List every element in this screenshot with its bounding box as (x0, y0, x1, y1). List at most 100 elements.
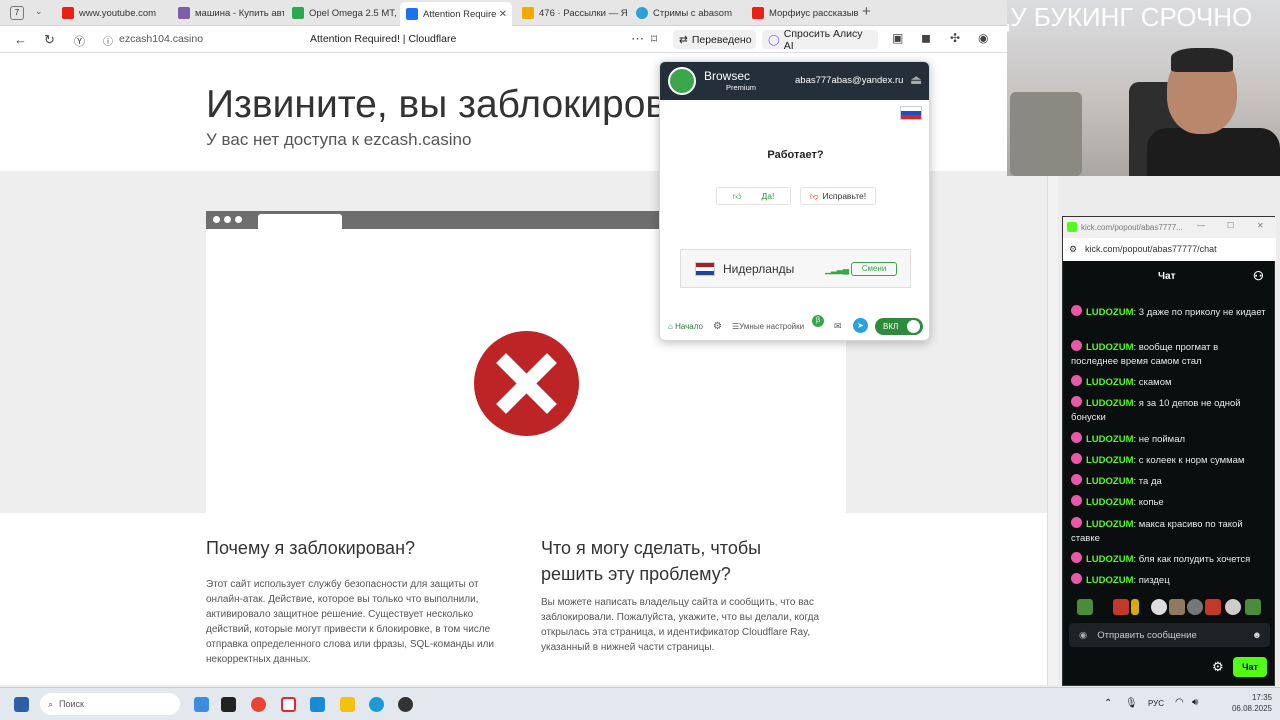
close-icon[interactable]: ✕ (499, 9, 507, 20)
tab-label: Attention Require (423, 8, 497, 20)
emoji-icon[interactable]: ☻ (1252, 630, 1262, 641)
emote-icon[interactable] (1225, 599, 1241, 615)
translate-button[interactable]: ⇄ Переведено (673, 30, 756, 49)
sub-badge-icon (1071, 517, 1082, 528)
volume-icon[interactable]: 🔊︎ (1192, 697, 1198, 708)
wifi-icon[interactable]: ◠ (1175, 697, 1184, 708)
settings-icon[interactable]: ⚙ (713, 321, 722, 332)
users-icon[interactable]: ⚇ (1253, 269, 1264, 283)
chat-username[interactable]: LUDOZUM (1086, 497, 1134, 508)
yes-button[interactable]: 👍︎ Да! (716, 187, 791, 205)
edge-icon[interactable] (369, 697, 384, 712)
thumbs-down-icon: 👎︎ (809, 190, 819, 201)
chat-input[interactable]: ◉ Отправить сообщение ☻ (1069, 623, 1270, 647)
tab-label: Opel Omega 2.5 MT, (309, 7, 396, 19)
taskbar-search[interactable]: ⌕ Поиск (40, 693, 180, 715)
fix-label: Исправьте! (822, 191, 867, 201)
app-icon[interactable] (310, 697, 325, 712)
chat-send-button[interactable]: Чат (1233, 657, 1267, 677)
chat-username[interactable]: LUDOZUM (1086, 398, 1134, 409)
new-tab-icon[interactable]: + (862, 3, 871, 20)
ask-alice-button[interactable]: ◯ Спросить Алису AI (762, 28, 878, 52)
extension-icon[interactable]: ◼ (921, 31, 931, 45)
chat-username[interactable]: LUDOZUM (1086, 434, 1134, 445)
tab-label: Стримы с abasom (653, 7, 732, 19)
chat-username[interactable]: LUDOZUM (1086, 307, 1134, 318)
emote-icon[interactable] (1205, 599, 1221, 615)
close-icon[interactable]: ✕ (1257, 221, 1264, 230)
yandex-browser-icon[interactable] (281, 697, 296, 712)
chat-username[interactable]: LUDOZUM (1086, 575, 1134, 586)
maximize-icon[interactable]: ☐ (1227, 221, 1234, 230)
smart-settings-link[interactable]: ☰Умные настройки (732, 322, 804, 331)
chat-username[interactable]: LUDOZUM (1086, 377, 1134, 388)
drom-icon (292, 7, 304, 19)
chat-username[interactable]: LUDOZUM (1086, 554, 1134, 565)
microphone-icon[interactable]: 🎙︎ (1125, 698, 1138, 709)
mail-icon[interactable]: ✉ (834, 321, 842, 332)
language-indicator[interactable]: РУС (1148, 699, 1164, 708)
tab-6[interactable]: Морфиус рассказыв (746, 3, 858, 23)
more-icon[interactable]: ⋯ (631, 31, 644, 47)
extension-menu-icon[interactable]: ◉ (978, 31, 988, 45)
pepe-emote-icon[interactable] (1245, 599, 1261, 615)
minimize-icon[interactable]: — (1197, 221, 1205, 230)
what-heading: Что я могу сделать, чтобы решить эту про… (541, 538, 762, 584)
kick-chat-window: kick.com/popout/abas7777... — ☐ ✕ ⚙ kick… (1062, 216, 1276, 686)
yandex-icon[interactable]: Ⓨ (74, 33, 85, 49)
back-icon[interactable]: ← (14, 32, 27, 47)
vpn-toggle[interactable]: ВКЛ (875, 318, 923, 335)
flag-russia-icon[interactable] (900, 106, 922, 120)
logout-icon[interactable]: ⏏ (910, 72, 922, 88)
tray-arrow-icon[interactable]: ⌃ (1104, 698, 1112, 709)
youtube-icon (752, 7, 764, 19)
chat-message: LUDOZUM: не поймал (1071, 432, 1267, 447)
tab-0[interactable]: www.youtube.com (56, 3, 170, 23)
browsec-account[interactable]: abas777abas@yandex.ru (795, 75, 903, 86)
home-link[interactable]: ⌂ Начало (668, 322, 703, 331)
tab-4[interactable]: 476 · Рассылки — Янд (516, 3, 628, 23)
url-field[interactable]: ezcash104.casino (119, 33, 203, 45)
tab-1[interactable]: машина - Купить авт (172, 3, 284, 23)
window-dot (235, 216, 242, 223)
tab-5[interactable]: Стримы с abasom (630, 3, 742, 23)
reload-icon[interactable]: ↻ (44, 32, 55, 48)
chat-url[interactable]: kick.com/popout/abas77777/chat (1085, 244, 1217, 254)
browsec-extension-icon[interactable]: ▣ (892, 31, 903, 45)
signal-icon: ▁▂▃▄ (825, 264, 849, 274)
site-info-icon[interactable]: ⓘ (103, 33, 113, 48)
chat-username[interactable]: LUDOZUM (1086, 342, 1134, 353)
tab-2[interactable]: Opel Omega 2.5 MT, (286, 3, 396, 23)
chat-text: : та да (1133, 476, 1162, 487)
chat-username[interactable]: LUDOZUM (1086, 519, 1134, 530)
copilot-icon[interactable] (194, 697, 209, 712)
address-bar-row: ← ↻ Ⓨ ⓘ ezcash104.casino Attention Requi… (0, 26, 1007, 53)
chat-settings-icon[interactable]: ⚙ (1212, 659, 1224, 675)
bookmark-icon[interactable]: ⌑ (651, 32, 657, 46)
file-explorer-icon[interactable] (340, 697, 355, 712)
widgets-icon[interactable] (14, 697, 29, 712)
chat-username[interactable]: LUDOZUM (1086, 455, 1134, 466)
change-location-button[interactable]: Смени (851, 262, 897, 276)
clock[interactable]: 17:35 06.08.2025 (1232, 692, 1272, 714)
illustration-tab (258, 214, 342, 229)
tab-3-active[interactable]: Attention Require ✕ (400, 2, 512, 26)
clock-date: 06.08.2025 (1231, 704, 1272, 713)
chevron-down-icon[interactable]: ⌄ (35, 6, 43, 17)
emote-icon[interactable] (1169, 599, 1185, 615)
pepe-emote-icon[interactable] (1077, 599, 1093, 615)
emote-icon[interactable] (1151, 599, 1167, 615)
emote-icon[interactable] (1131, 599, 1139, 615)
home-label: Начало (675, 322, 703, 331)
fix-button[interactable]: 👎︎ Исправьте! (800, 187, 876, 205)
telegram-icon[interactable]: ➤ (853, 318, 868, 333)
obs-icon[interactable] (398, 697, 413, 712)
emote-icon[interactable] (1113, 599, 1129, 615)
tab-count-badge[interactable]: 7 (10, 6, 24, 20)
task-view-icon[interactable] (221, 697, 236, 712)
emote-icon[interactable] (1187, 599, 1203, 615)
chat-username[interactable]: LUDOZUM (1086, 476, 1134, 487)
person-body (1147, 128, 1280, 176)
chrome-icon[interactable] (251, 697, 266, 712)
puzzle-icon[interactable]: ✣ (950, 31, 960, 45)
